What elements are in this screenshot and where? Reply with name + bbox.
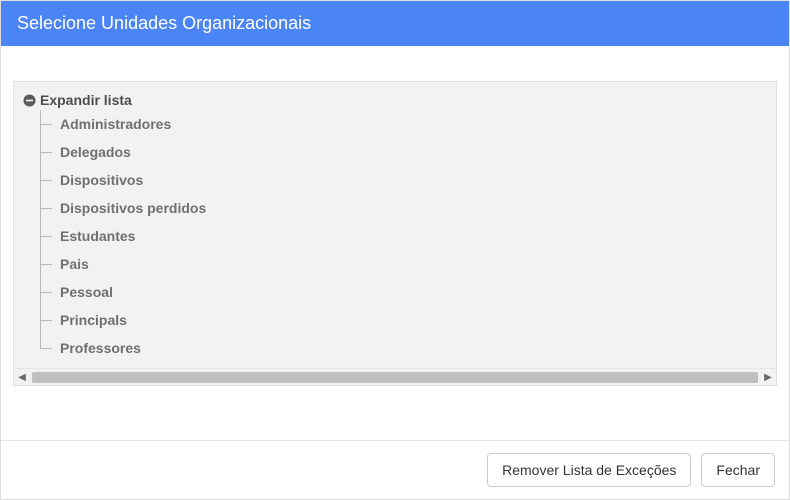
- tree-item-label: Pessoal: [58, 284, 113, 300]
- tree-item[interactable]: Estudantes: [40, 222, 768, 250]
- horizontal-scrollbar[interactable]: ◀ ▶: [14, 368, 776, 385]
- tree-branch-icon: [40, 222, 58, 250]
- tree-item-label: Estudantes: [58, 228, 135, 244]
- tree-root-row[interactable]: Expandir lista: [22, 90, 768, 110]
- tree-item[interactable]: Pais: [40, 250, 768, 278]
- scroll-right-arrow-icon[interactable]: ▶: [760, 369, 776, 386]
- tree-branch-icon: [40, 306, 58, 334]
- tree-item-label: Dispositivos: [58, 172, 143, 188]
- tree-item[interactable]: Delegados: [40, 138, 768, 166]
- org-unit-tree: Expandir lista Administradores Delegados…: [14, 82, 776, 368]
- dialog-header: Selecione Unidades Organizacionais: [1, 1, 789, 46]
- tree-item-label: Professores: [58, 340, 141, 356]
- tree-item[interactable]: Administradores: [40, 110, 768, 138]
- tree-branch-icon: [40, 250, 58, 278]
- tree-children: Administradores Delegados Dispositivos D…: [40, 110, 768, 362]
- tree-item-label: Principals: [58, 312, 127, 328]
- collapse-icon[interactable]: [22, 93, 36, 107]
- tree-branch-icon: [40, 138, 58, 166]
- tree-item-label: Administradores: [58, 116, 171, 132]
- dialog-footer: Remover Lista de Exceções Fechar: [1, 440, 789, 499]
- tree-branch-icon: [40, 334, 58, 362]
- remove-exceptions-button[interactable]: Remover Lista de Exceções: [487, 453, 691, 487]
- scroll-left-arrow-icon[interactable]: ◀: [14, 369, 30, 386]
- org-unit-tree-panel: Expandir lista Administradores Delegados…: [13, 81, 777, 386]
- tree-item[interactable]: Dispositivos perdidos: [40, 194, 768, 222]
- dialog-title: Selecione Unidades Organizacionais: [17, 13, 311, 33]
- tree-branch-icon: [40, 278, 58, 306]
- close-button[interactable]: Fechar: [701, 453, 775, 487]
- tree-branch-icon: [40, 166, 58, 194]
- tree-item[interactable]: Professores: [40, 334, 768, 362]
- tree-root-label: Expandir lista: [40, 92, 132, 108]
- tree-branch-icon: [40, 110, 58, 138]
- scrollbar-track[interactable]: [32, 372, 758, 383]
- tree-item[interactable]: Principals: [40, 306, 768, 334]
- tree-item-label: Dispositivos perdidos: [58, 200, 206, 216]
- tree-item[interactable]: Pessoal: [40, 278, 768, 306]
- dialog-content: Expandir lista Administradores Delegados…: [1, 46, 789, 406]
- tree-branch-icon: [40, 194, 58, 222]
- tree-item-label: Pais: [58, 256, 89, 272]
- tree-item-label: Delegados: [58, 144, 131, 160]
- tree-item[interactable]: Dispositivos: [40, 166, 768, 194]
